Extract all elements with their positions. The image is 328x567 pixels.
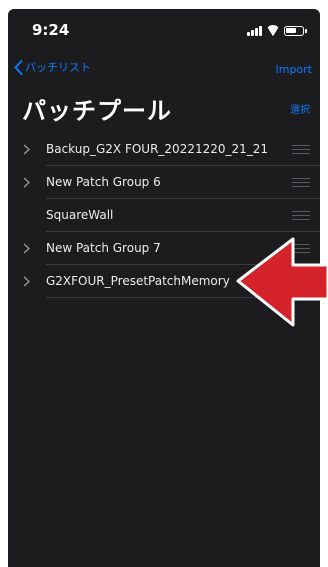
chevron-right-icon[interactable] xyxy=(23,276,31,287)
import-button[interactable]: Import xyxy=(275,63,312,76)
back-button[interactable]: パッチリスト xyxy=(14,59,91,75)
list-item-label: SquareWall xyxy=(46,208,114,222)
list-item-label: New Patch Group 7 xyxy=(46,241,161,255)
reorder-handle-icon[interactable] xyxy=(292,145,310,154)
list-item-label: G2XFOUR_PresetPatchMemory xyxy=(46,274,230,288)
battery-icon xyxy=(284,26,307,36)
list-item-label: New Patch Group 6 xyxy=(46,175,161,189)
reorder-handle-icon[interactable] xyxy=(292,211,310,220)
list-item[interactable]: Backup_G2X FOUR_20221220_21_21 xyxy=(8,133,320,166)
chevron-right-icon[interactable] xyxy=(23,177,31,188)
list-item[interactable]: New Patch Group 6 xyxy=(8,166,320,199)
list-item-label: Backup_G2X FOUR_20221220_21_21 xyxy=(46,142,269,156)
wifi-icon xyxy=(266,25,280,36)
status-time: 9:24 xyxy=(32,21,70,39)
status-bar: 9:24 xyxy=(8,9,320,49)
list-item[interactable]: SquareWall xyxy=(8,199,320,232)
navigation-bar: パッチリスト Import xyxy=(8,57,320,85)
chevron-right-icon[interactable] xyxy=(23,144,31,155)
signal-icon xyxy=(247,25,262,36)
chevron-right-icon[interactable] xyxy=(23,243,31,254)
status-icons xyxy=(247,24,307,36)
back-button-label: パッチリスト xyxy=(25,61,91,74)
reorder-handle-icon[interactable] xyxy=(292,178,310,187)
red-arrow-icon xyxy=(236,237,328,327)
page-title: パッチプール xyxy=(22,97,172,125)
chevron-left-icon xyxy=(14,59,23,75)
select-button[interactable]: 選択 xyxy=(290,101,310,116)
